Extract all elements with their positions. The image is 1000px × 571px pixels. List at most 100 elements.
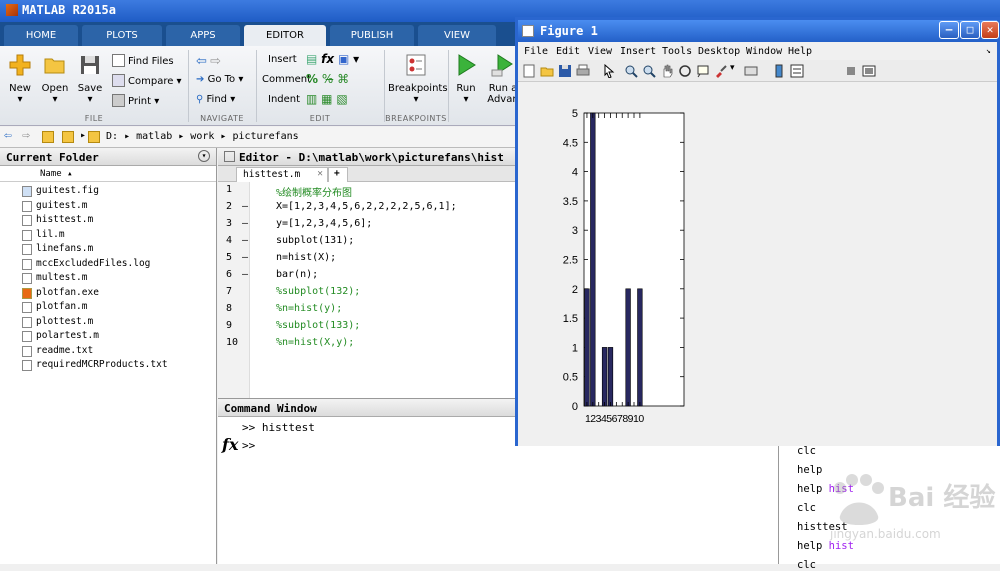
close-tab-icon[interactable]: ✕ <box>317 168 323 179</box>
menu-file[interactable]: File <box>524 46 548 57</box>
breakpoint-marker[interactable]: – <box>242 218 248 229</box>
colorbar-icon[interactable] <box>772 64 786 78</box>
history-item[interactable]: help hist <box>797 483 854 495</box>
comment-button[interactable]: Comment <box>262 74 311 85</box>
brush-icon[interactable] <box>714 64 728 78</box>
code-line[interactable]: 4– subplot(131); <box>218 235 518 252</box>
back-arrow-icon[interactable]: ⇦ <box>4 128 16 143</box>
zoom-in-icon[interactable] <box>624 64 638 78</box>
panel-actions-icon[interactable]: ▾ <box>198 150 210 162</box>
history-item[interactable]: clc <box>797 559 816 571</box>
breakpoint-marker[interactable]: – <box>242 235 248 246</box>
comment-icons[interactable]: % %̶ ⌘ <box>306 72 349 86</box>
menu-window[interactable]: Window <box>746 46 782 57</box>
find-files-button[interactable]: Find Files <box>112 54 174 67</box>
file-item[interactable]: plottest.m <box>0 316 216 331</box>
increase-indent-icon[interactable]: ▦ <box>321 92 332 106</box>
breadcrumb-drive[interactable]: D: <box>106 131 118 142</box>
file-item[interactable]: histtest.m <box>0 214 216 229</box>
save-figure-icon[interactable] <box>558 64 572 78</box>
show-tools-icon[interactable] <box>862 64 876 78</box>
hide-tools-icon[interactable] <box>844 64 858 78</box>
tab-view[interactable]: VIEW <box>418 25 496 46</box>
open-button[interactable]: Open ▾ <box>40 52 70 105</box>
dock-arrow-icon[interactable]: ↘ <box>986 46 991 55</box>
menu-tools[interactable]: Tools <box>662 46 692 57</box>
file-item[interactable]: mccExcludedFiles.log <box>0 258 216 273</box>
print-button[interactable]: Print ▾ <box>112 94 159 107</box>
code-line[interactable]: 5– n=hist(X); <box>218 252 518 269</box>
menu-insert[interactable]: Insert <box>620 46 656 57</box>
decrease-indent-icon[interactable]: ▧ <box>336 92 347 106</box>
breakpoint-marker[interactable]: – <box>242 252 248 263</box>
tab-editor[interactable]: EDITOR <box>244 25 326 46</box>
fx-icon[interactable]: fx <box>222 435 238 454</box>
close-button[interactable]: ✕ <box>981 21 999 39</box>
tab-plots[interactable]: PLOTS <box>82 25 162 46</box>
history-item[interactable]: help <box>797 464 822 476</box>
goto-button[interactable]: ➔ Go To ▾ <box>196 74 243 85</box>
fx-icon[interactable]: fx <box>321 52 334 66</box>
new-button[interactable]: New ▾ <box>6 52 34 105</box>
insert-fx-icon[interactable]: ▣ <box>338 52 349 66</box>
minimize-button[interactable]: – <box>939 21 959 39</box>
browse-folder-icon[interactable] <box>62 131 74 143</box>
legend-icon[interactable] <box>790 64 804 78</box>
indent-button[interactable]: Indent <box>268 94 300 105</box>
tab-histtest[interactable]: histtest.m ✕ <box>236 167 328 182</box>
comment-percent-icon[interactable]: % <box>306 72 318 86</box>
zoom-out-icon[interactable] <box>642 64 656 78</box>
history-item[interactable]: histtest <box>797 521 848 533</box>
insert-icons[interactable]: ▤ fx ▣ ▾ <box>306 52 359 66</box>
menu-help[interactable]: Help <box>788 46 812 57</box>
brush-dropdown-icon[interactable]: ▾ <box>730 63 735 73</box>
menu-desktop[interactable]: Desktop <box>698 46 740 57</box>
file-item[interactable]: requiredMCRProducts.txt <box>0 359 216 374</box>
forward-arrow-icon[interactable]: ⇨ <box>22 128 34 143</box>
command-prompt[interactable]: >> <box>242 439 255 452</box>
find-button[interactable]: ⚲ Find ▾ <box>196 94 235 105</box>
file-item[interactable]: plotfan.exe <box>0 287 216 302</box>
file-item[interactable]: plotfan.m <box>0 301 216 316</box>
uncomment-icon[interactable]: %̶ <box>322 72 333 86</box>
pointer-icon[interactable] <box>602 64 616 78</box>
code-line[interactable]: 2– X=[1,2,3,4,5,6,2,2,2,2,5,6,1]; <box>218 201 518 218</box>
rotate-3d-icon[interactable] <box>678 64 692 78</box>
tab-home[interactable]: HOME <box>4 25 78 46</box>
new-figure-icon[interactable] <box>522 64 536 78</box>
up-folder-icon[interactable] <box>42 131 54 143</box>
history-item[interactable]: clc <box>797 502 816 514</box>
code-line[interactable]: 10 %n=hist(X,y); <box>218 337 518 354</box>
breakpoint-marker[interactable]: – <box>242 201 248 212</box>
tab-publish[interactable]: PUBLISH <box>330 25 414 46</box>
compare-button[interactable]: Compare ▾ <box>112 74 182 87</box>
code-line[interactable]: 1 %绘制概率分布图 <box>218 184 518 201</box>
pan-hand-icon[interactable] <box>660 64 674 78</box>
insert-button[interactable]: Insert <box>268 54 297 65</box>
wrap-comment-icon[interactable]: ⌘ <box>337 72 349 86</box>
indent-icons[interactable]: ▥ ▦ ▧ <box>306 92 348 106</box>
maximize-button[interactable]: □ <box>960 21 980 39</box>
code-line[interactable]: 8 %n=hist(y); <box>218 303 518 320</box>
back-arrow-icon[interactable]: ⇦ <box>196 54 207 69</box>
file-item[interactable]: lil.m <box>0 229 216 244</box>
file-item[interactable]: guitest.fig <box>0 185 216 200</box>
save-button[interactable]: Save ▾ <box>76 52 104 105</box>
print-figure-icon[interactable] <box>576 64 590 78</box>
forward-arrow-icon[interactable]: ⇨ <box>210 54 221 69</box>
menu-edit[interactable]: Edit <box>556 46 580 57</box>
history-item[interactable]: clc <box>797 445 816 457</box>
tab-apps[interactable]: APPS <box>166 25 240 46</box>
breakpoints-button[interactable]: Breakpoints ▾ <box>388 52 448 105</box>
open-file-icon[interactable] <box>540 64 554 78</box>
new-tab-button[interactable]: + <box>328 167 348 182</box>
menu-view[interactable]: View <box>588 46 612 57</box>
column-header-name[interactable]: Name ▴ <box>0 166 216 182</box>
file-item[interactable]: multest.m <box>0 272 216 287</box>
run-button[interactable]: Run ▾ <box>452 52 480 105</box>
breadcrumb-matlab[interactable]: matlab <box>136 131 172 142</box>
breadcrumb-picturefans[interactable]: picturefans <box>232 131 298 142</box>
file-item[interactable]: linefans.m <box>0 243 216 258</box>
file-item[interactable]: readme.txt <box>0 345 216 360</box>
back-forward-buttons[interactable]: ⇦ ⇨ <box>196 54 221 69</box>
